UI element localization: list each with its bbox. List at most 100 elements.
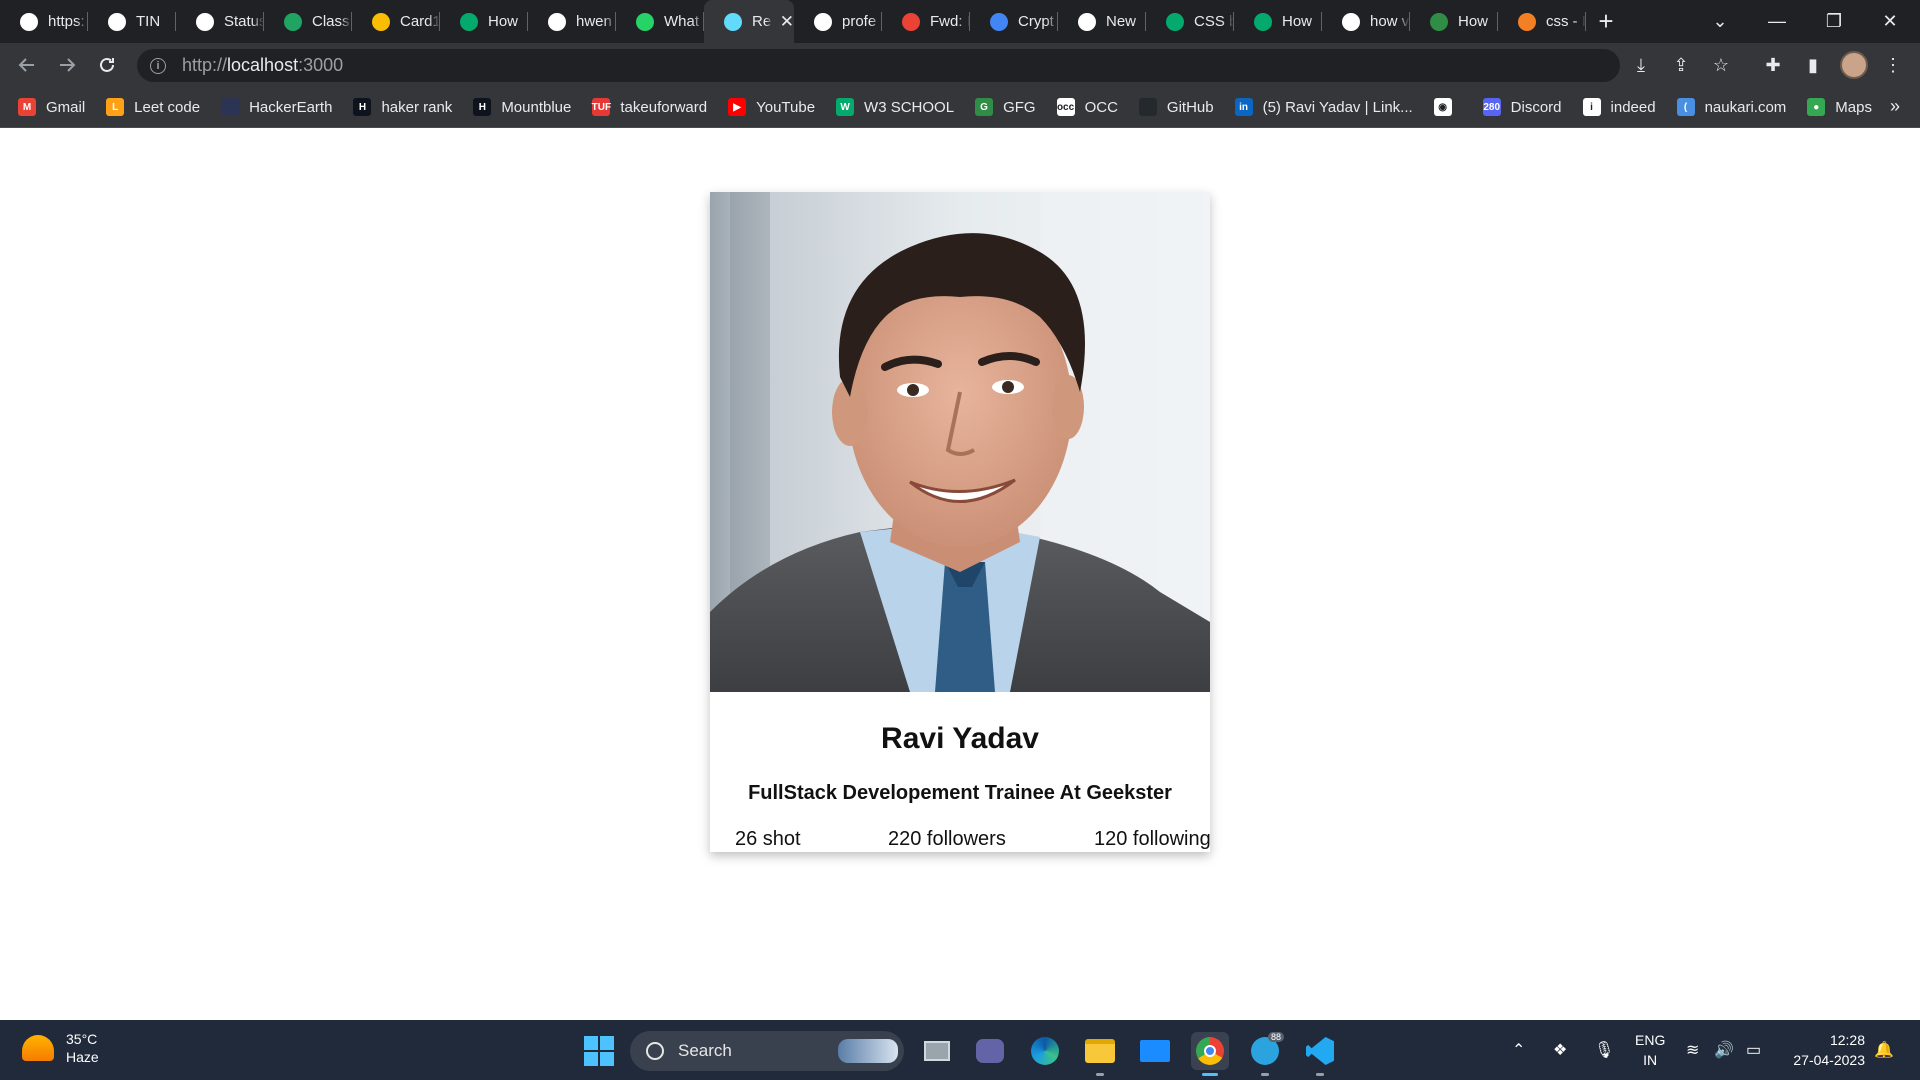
extensions-icon[interactable]: ✚ (1760, 52, 1786, 78)
clock-date: 27-04-2023 (1793, 1052, 1865, 1068)
wifi-icon[interactable]: ≋ (1686, 1020, 1699, 1080)
tab-search-button[interactable]: ⌄ (1708, 0, 1732, 43)
browser-tab[interactable]: Class (264, 0, 352, 43)
browser-tab[interactable]: How (1234, 0, 1322, 43)
mail-icon[interactable] (1136, 1032, 1174, 1070)
whatsapp-icon (636, 12, 654, 31)
chrome-icon[interactable] (1191, 1032, 1229, 1076)
tab-title: profe (842, 13, 877, 30)
teams-chat-icon[interactable] (971, 1032, 1009, 1070)
tab-title: https: (48, 13, 85, 30)
bookmark-item[interactable]: ● Maps (1807, 98, 1872, 116)
browser-tab[interactable]: How (1410, 0, 1498, 43)
bookmark-item[interactable]: 280 Discord (1482, 98, 1562, 116)
bookmark-item[interactable]: ◉ (1433, 98, 1462, 116)
side-panel-icon[interactable]: ▮ (1800, 52, 1826, 78)
tab-title: How (1458, 13, 1489, 30)
windows-start-icon[interactable] (584, 1036, 614, 1066)
w3schools-icon: W (836, 98, 855, 116)
back-button[interactable] (14, 52, 40, 78)
w3schools-icon (1166, 12, 1184, 31)
bookmark-item[interactable]: M Gmail (18, 98, 85, 116)
address-bar[interactable]: i http://localhost:3000 (137, 49, 1620, 82)
hackerearth-icon (221, 98, 240, 116)
task-view-icon[interactable] (918, 1032, 956, 1070)
browser-tab[interactable]: What (616, 0, 704, 43)
tray-overflow-icon[interactable]: ⌃ (1512, 1020, 1525, 1080)
site-info-icon[interactable]: i (150, 57, 166, 74)
browser-tab[interactable]: Crypt (970, 0, 1058, 43)
bookmark-item[interactable]: (naukari.com (1676, 98, 1786, 116)
browser-tab[interactable]: css - I (1498, 0, 1586, 43)
bookmark-label: HackerEarth (249, 98, 333, 116)
install-app-icon[interactable]: ⤓ (1628, 52, 1654, 78)
browser-tab[interactable]: How (440, 0, 528, 43)
minimize-button[interactable]: — (1765, 0, 1789, 43)
profile-stats: 26 shot 220 followers 120 following (710, 828, 1210, 852)
vscode-icon[interactable] (1301, 1032, 1339, 1076)
menu-kebab-icon[interactable]: ⋮ (1880, 52, 1906, 78)
browser-tab[interactable]: Fwd: I (882, 0, 970, 43)
profile-avatar[interactable] (1840, 51, 1868, 79)
close-window-button[interactable]: ✕ (1878, 0, 1902, 43)
restore-button[interactable]: ❐ (1822, 0, 1846, 43)
browser-tab[interactable]: TIN (88, 0, 176, 43)
profile-name: Ravi Yadav (881, 722, 1039, 755)
close-tab-icon[interactable]: ✕ (780, 12, 794, 32)
weather-widget[interactable]: 35°C Haze (22, 1030, 99, 1066)
bookmark-item[interactable]: in (5) Ravi Yadav | Link... (1234, 98, 1413, 116)
bookmark-item[interactable]: TUF takeuforward (592, 98, 707, 116)
discord-icon: 280 (1482, 98, 1501, 116)
region-code: IN (1643, 1052, 1658, 1068)
bookmark-label: Maps (1835, 98, 1872, 116)
system-clock[interactable]: 12:28 27-04-2023 (1793, 1030, 1865, 1070)
bookmarks-overflow-icon[interactable]: » (1890, 96, 1900, 117)
bookmark-item[interactable]: L Leet code (106, 98, 200, 116)
browser-tab[interactable]: Card1 (352, 0, 440, 43)
taskbar-search[interactable]: Search (630, 1031, 904, 1071)
bookmark-item[interactable]: i indeed (1582, 98, 1656, 116)
browser-tab[interactable]: CSS b (1146, 0, 1234, 43)
bookmark-item[interactable]: GitHub (1138, 98, 1214, 116)
microphone-icon[interactable]: 🎙 (1594, 1020, 1614, 1080)
new-tab-button[interactable]: + (1586, 0, 1626, 43)
browser-tab[interactable]: Re ✕ (704, 0, 794, 43)
url-text[interactable]: http://localhost:3000 (182, 55, 343, 76)
browser-tab[interactable]: profe (794, 0, 882, 43)
weather-condition: Haze (66, 1049, 99, 1065)
edge-icon[interactable] (1026, 1032, 1064, 1070)
bookmark-item[interactable]: H Mountblue (473, 98, 571, 116)
reload-button[interactable] (94, 52, 120, 78)
tab-title: css - I (1546, 13, 1586, 30)
file-explorer-icon[interactable] (1081, 1032, 1119, 1076)
browser-tab[interactable]: https: (0, 0, 88, 43)
browser-tab[interactable]: how v (1322, 0, 1410, 43)
bookmark-item[interactable]: occ OCC (1056, 98, 1118, 116)
clock-time: 12:28 (1829, 1032, 1865, 1048)
bookmark-item[interactable]: W W3 SCHOOL (836, 98, 954, 116)
bookmark-item[interactable]: Hhaker rank (353, 98, 452, 116)
browser-tab[interactable]: New (1058, 0, 1146, 43)
battery-icon[interactable]: ▭ (1746, 1020, 1761, 1080)
browser-tab[interactable]: Status (176, 0, 264, 43)
bookmark-item[interactable]: HackerEarth (221, 98, 332, 116)
bookmark-label: haker rank (381, 98, 453, 116)
tab-title: How (1282, 13, 1313, 30)
bookmark-item[interactable]: ▶ YouTube (728, 98, 815, 116)
telegram-icon[interactable]: 88 (1246, 1032, 1284, 1076)
share-icon[interactable]: ⇪ (1668, 52, 1694, 78)
occ-icon: occ (1056, 98, 1075, 116)
language-indicator[interactable]: ENG IN (1635, 1030, 1665, 1070)
bookmark-star-icon[interactable]: ☆ (1708, 52, 1734, 78)
forward-button[interactable] (54, 52, 80, 78)
taskbar-search-label: Search (678, 1041, 732, 1060)
arrow-left-icon (18, 58, 34, 72)
notification-bell-icon[interactable]: 🔔 (1874, 1020, 1894, 1080)
dropbox-icon[interactable]: ❖ (1553, 1020, 1567, 1080)
github-icon (1138, 98, 1157, 116)
search-highlight-icon (838, 1039, 898, 1063)
bookmark-item[interactable]: G GFG (975, 98, 1036, 116)
browser-tab[interactable]: hwen (528, 0, 616, 43)
volume-icon[interactable]: 🔊 (1714, 1020, 1734, 1080)
gfg-icon (1430, 12, 1448, 31)
